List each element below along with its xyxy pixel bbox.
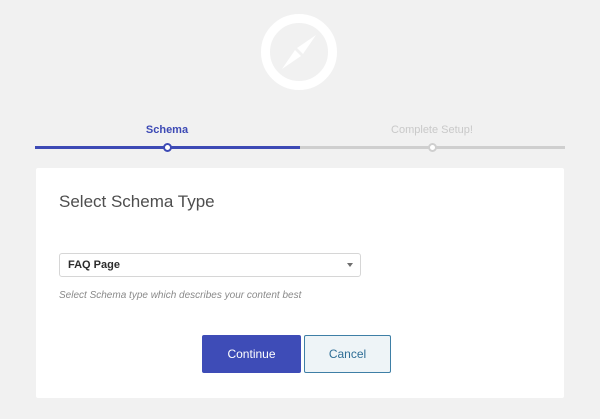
- schema-type-select[interactable]: FAQ Page: [59, 253, 361, 277]
- chevron-down-icon: [347, 263, 353, 267]
- schema-type-help-text: Select Schema type which describes your …: [59, 290, 302, 301]
- step-complete-setup-marker: [427, 143, 437, 152]
- continue-button[interactable]: Continue: [202, 335, 301, 373]
- step-schema-marker: [162, 143, 172, 152]
- card-title: Select Schema Type: [59, 192, 215, 211]
- schema-type-selected-value: FAQ Page: [68, 259, 120, 271]
- schema-card: Select Schema Type FAQ Page Select Schem…: [36, 168, 564, 398]
- setup-progress: Schema Complete Setup!: [35, 118, 565, 158]
- step-schema-label: Schema: [145, 124, 189, 136]
- compass-icon: [259, 12, 339, 92]
- step-complete-setup-label: Complete Setup!: [391, 124, 473, 136]
- cancel-button[interactable]: Cancel: [304, 335, 391, 373]
